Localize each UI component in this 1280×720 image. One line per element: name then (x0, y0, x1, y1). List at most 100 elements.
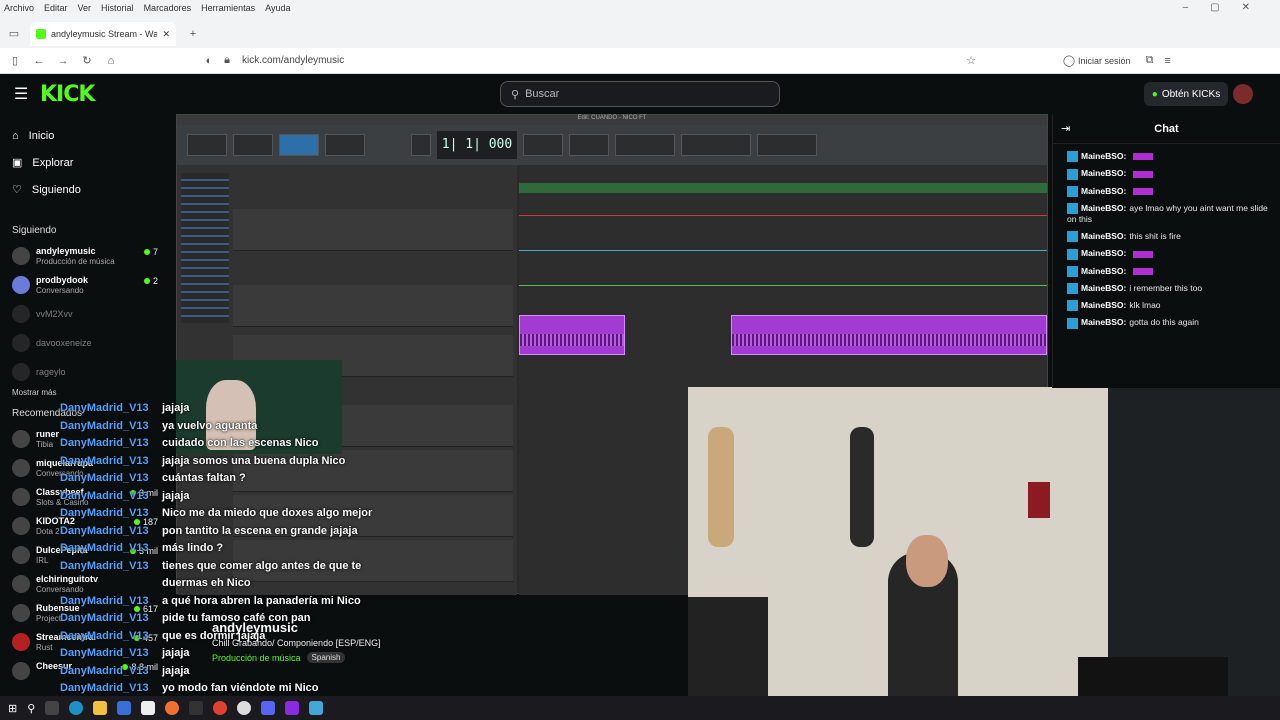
forward-icon[interactable]: → (54, 52, 72, 70)
menu-item[interactable]: Historial (101, 3, 134, 13)
audio-clip (731, 315, 1047, 355)
emote-icon (1133, 250, 1154, 258)
avatar (12, 363, 30, 381)
overlay-chat-message: DanyMadrid_V13 jajaja (60, 402, 460, 420)
signin-link[interactable]: Iniciar sesión (1078, 56, 1131, 66)
reload-icon[interactable]: ↻ (78, 52, 96, 70)
search-icon[interactable]: ⚲ (27, 702, 35, 715)
get-kicks-label: Obtén KICKs (1161, 88, 1221, 100)
edge-icon[interactable] (69, 701, 84, 715)
chat-title: Chat (1053, 114, 1280, 144)
search-input[interactable]: ⚲ Buscar (500, 81, 780, 107)
collapse-chat-icon[interactable]: ⇥ (1061, 122, 1070, 135)
obs-icon[interactable] (237, 701, 252, 715)
chat-username[interactable]: MaineBSO: (1081, 248, 1126, 258)
menu-item[interactable]: Editar (44, 3, 68, 13)
following-channel[interactable]: prodbydook Conversando 2 (0, 272, 172, 301)
back-icon[interactable]: ← (30, 52, 48, 70)
chat-message: MaineBSO: this shit is fire (1053, 228, 1280, 245)
overlay-chat-message: DanyMadrid_V13 cuidado con las escenas Ni… (60, 437, 460, 455)
overlay-chat-text: cuántas faltan ? (162, 472, 246, 484)
chrome-icon[interactable] (213, 701, 228, 715)
avatar (12, 334, 30, 352)
overlay-chat-message: DanyMadrid_V13 a qué hora abren la panade… (60, 595, 460, 613)
chat-username[interactable]: MaineBSO: (1081, 317, 1126, 327)
shield-icon[interactable]: ◐ (200, 52, 218, 70)
app-icon[interactable] (309, 701, 324, 715)
overlay-chat-message: DanyMadrid_V13 jajaja (60, 490, 460, 508)
new-tab-icon[interactable]: + (184, 25, 202, 43)
window-controls[interactable]: –▢✕ (1183, 2, 1272, 13)
language-tag[interactable]: Spanish (306, 652, 346, 663)
following-channel[interactable]: vvM2Xvv (0, 301, 172, 330)
chat-username[interactable]: MaineBSO: (1081, 186, 1126, 196)
chat-username[interactable]: MaineBSO: (1081, 266, 1126, 276)
viewer-count: 7 (144, 247, 158, 257)
following-channel[interactable]: andyleymusic Producción de música 7 (0, 243, 172, 272)
overlay-chat-message: DanyMadrid_V13 cuántas faltan ? (60, 472, 460, 490)
overlay-chat-user: DanyMadrid_V13 (60, 559, 149, 572)
home-icon[interactable]: ⌂ (102, 52, 120, 70)
overlay-chat-text: jajaja (162, 489, 190, 502)
mail-icon[interactable] (141, 701, 156, 715)
emote-icon (1133, 153, 1154, 161)
following-channel[interactable]: davooxeneize (0, 330, 172, 359)
kick-logo[interactable]: KICK (40, 82, 95, 107)
tab-kick[interactable]: andyleymusic Stream - Watch ✕ (30, 22, 176, 46)
nav-explore[interactable]: ▣ Explorar (0, 149, 172, 176)
following-channel[interactable]: rageylo (0, 359, 172, 388)
search-placeholder: Buscar (525, 88, 560, 100)
chat-username[interactable]: MaineBSO: (1081, 231, 1126, 241)
stream-channel-name[interactable]: andyleymusic (212, 620, 512, 635)
sidebar-toggle-icon[interactable]: ▯ (6, 52, 24, 70)
firefox-icon[interactable] (165, 701, 180, 715)
user-avatar[interactable] (1233, 84, 1253, 104)
chat-username[interactable]: MaineBSO: (1081, 300, 1126, 310)
emote-icon (1133, 170, 1154, 178)
viewer-count: 2 (144, 276, 158, 286)
bookmark-star-icon[interactable]: ☆ (962, 52, 980, 70)
chat-username[interactable]: MaineBSO: (1081, 168, 1126, 178)
nav-label: Siguiendo (31, 183, 81, 196)
overlay-chat-text: ya vuelvo aguanta (162, 419, 258, 432)
chat-username[interactable]: MaineBSO: (1081, 151, 1126, 161)
avatar (12, 662, 30, 680)
menu-item[interactable]: Marcadores (144, 3, 192, 13)
start-icon[interactable]: ⊞ (8, 702, 17, 715)
menu-item[interactable]: Ver (78, 3, 92, 13)
stream-category[interactable]: Producción de música (212, 653, 301, 663)
avatar (12, 546, 30, 564)
menu-item[interactable]: Ayuda (265, 3, 290, 13)
daw-tool (279, 134, 319, 156)
app-icon[interactable] (189, 701, 204, 715)
close-tab-icon[interactable]: ✕ (162, 29, 170, 40)
user-badge-icon (1067, 265, 1078, 277)
nav-following[interactable]: ♡ Siguiendo (0, 176, 172, 203)
account-icon[interactable]: ◯ (1060, 52, 1078, 70)
daw-tool (615, 134, 675, 156)
chat-username[interactable]: MaineBSO: (1081, 203, 1126, 213)
overlay-chat-text: jajaja (162, 647, 190, 659)
hamburger-menu-icon[interactable]: ☰ (14, 84, 28, 104)
user-badge-icon (1067, 231, 1078, 243)
overlay-chat-text: duermas eh Nico (162, 577, 251, 589)
menu-item[interactable]: Archivo (4, 3, 34, 13)
menu-item[interactable]: Herramientas (201, 3, 255, 13)
store-icon[interactable] (117, 701, 132, 715)
nav-home[interactable]: ⌂ Inicio (0, 122, 172, 149)
explorer-icon[interactable] (93, 701, 108, 715)
discord-icon[interactable] (261, 701, 276, 715)
get-kicks-button[interactable]: ● Obtén KICKs (1144, 82, 1228, 106)
task-view-icon[interactable] (45, 701, 60, 715)
overlay-chat-user: DanyMadrid_V13 (60, 612, 149, 624)
url-field[interactable]: kick.com/andyleymusic (242, 55, 962, 66)
tab-overview-icon[interactable]: ▭ (5, 24, 23, 42)
app-icon[interactable] (285, 701, 300, 715)
kicks-coin-icon: ● (1151, 88, 1158, 100)
chat-username[interactable]: MaineBSO: (1081, 283, 1126, 293)
overlay-chat-text: Nico me da miedo que doxes algo mejor (162, 507, 373, 519)
menu-icon[interactable]: ≡ (1159, 52, 1177, 70)
chat-message: MaineBSO: (1053, 183, 1280, 200)
extensions-icon[interactable]: ⧉ (1141, 52, 1159, 70)
overlay-chat-message: DanyMadrid_V13 más lindo ? (60, 542, 460, 560)
